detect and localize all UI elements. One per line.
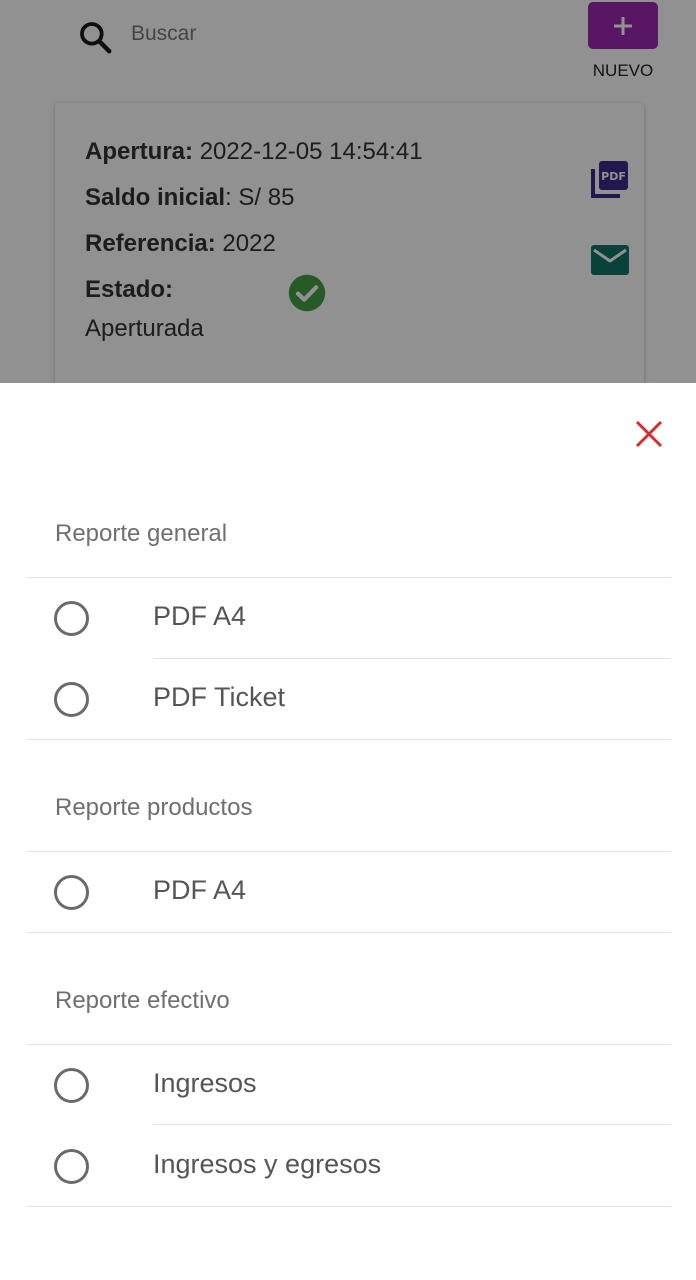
divider	[27, 932, 671, 933]
modal-backdrop[interactable]	[0, 0, 696, 383]
radio-unchecked-icon[interactable]	[54, 1068, 89, 1103]
app-screen: Buscar NUEVO Apertura: 2022-12-05 14:54:…	[0, 0, 696, 1280]
divider	[27, 1206, 671, 1207]
close-icon	[635, 420, 663, 448]
option-label: PDF A4	[153, 875, 247, 905]
section-header-productos: Reporte productos	[55, 794, 253, 821]
option-general-pdf-a4[interactable]: PDF A4	[27, 578, 671, 658]
radio-unchecked-icon[interactable]	[54, 682, 89, 717]
option-general-pdf-ticket[interactable]: PDF Ticket	[27, 659, 671, 739]
radio-unchecked-icon[interactable]	[54, 601, 89, 636]
option-label: Ingresos	[153, 1068, 257, 1098]
divider	[27, 739, 671, 740]
option-efectivo-ingresos-egresos[interactable]: Ingresos y egresos	[27, 1126, 671, 1206]
option-productos-pdf-a4[interactable]: PDF A4	[27, 852, 671, 932]
close-button[interactable]	[630, 415, 668, 453]
radio-unchecked-icon[interactable]	[54, 875, 89, 910]
option-label: PDF A4	[153, 601, 247, 631]
radio-unchecked-icon[interactable]	[54, 1149, 89, 1184]
section-header-efectivo: Reporte efectivo	[55, 987, 230, 1014]
option-efectivo-ingresos[interactable]: Ingresos	[27, 1045, 671, 1125]
section-header-general: Reporte general	[55, 520, 228, 547]
divider	[153, 1124, 671, 1125]
report-bottom-sheet: Reporte general PDF A4 PDF Ticket Report…	[0, 383, 696, 1280]
option-label: PDF Ticket	[153, 682, 286, 712]
option-label: Ingresos y egresos	[153, 1149, 382, 1179]
